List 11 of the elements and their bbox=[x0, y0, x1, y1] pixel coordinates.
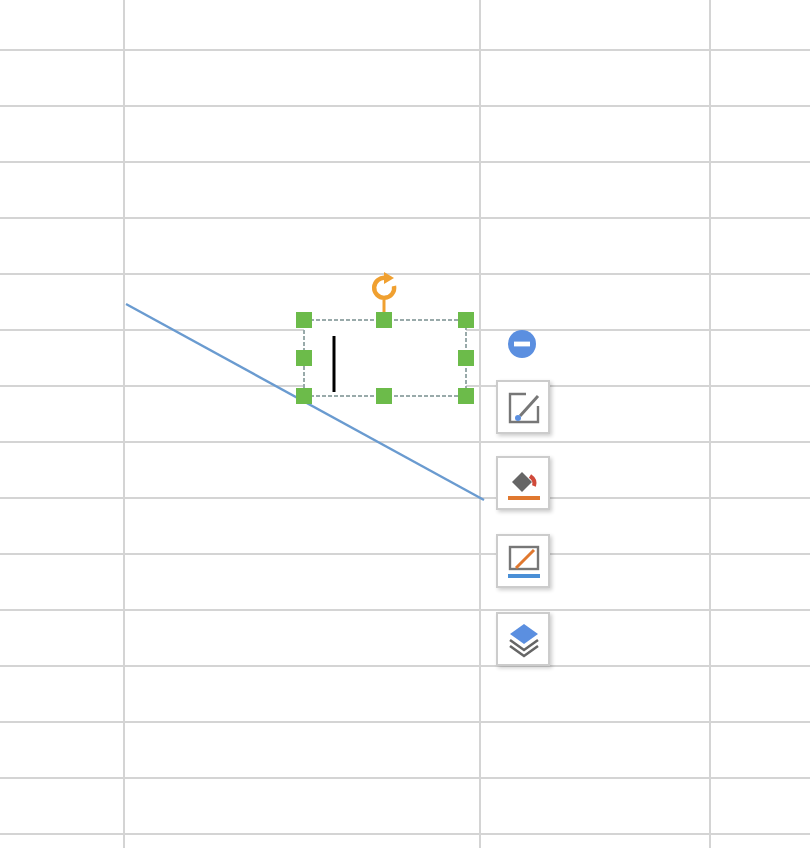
fill-button[interactable] bbox=[496, 456, 550, 510]
text-cursor bbox=[332, 336, 336, 392]
diagonal-line[interactable] bbox=[125, 302, 485, 502]
layers-icon bbox=[505, 621, 541, 657]
outline-button[interactable] bbox=[496, 534, 550, 588]
line-color-icon bbox=[505, 543, 541, 579]
text-box[interactable] bbox=[296, 300, 474, 404]
collapse-icon[interactable] bbox=[508, 330, 536, 358]
layers-button[interactable] bbox=[496, 612, 550, 666]
edit-shape-button[interactable] bbox=[496, 380, 550, 434]
pencil-square-icon bbox=[505, 389, 541, 425]
